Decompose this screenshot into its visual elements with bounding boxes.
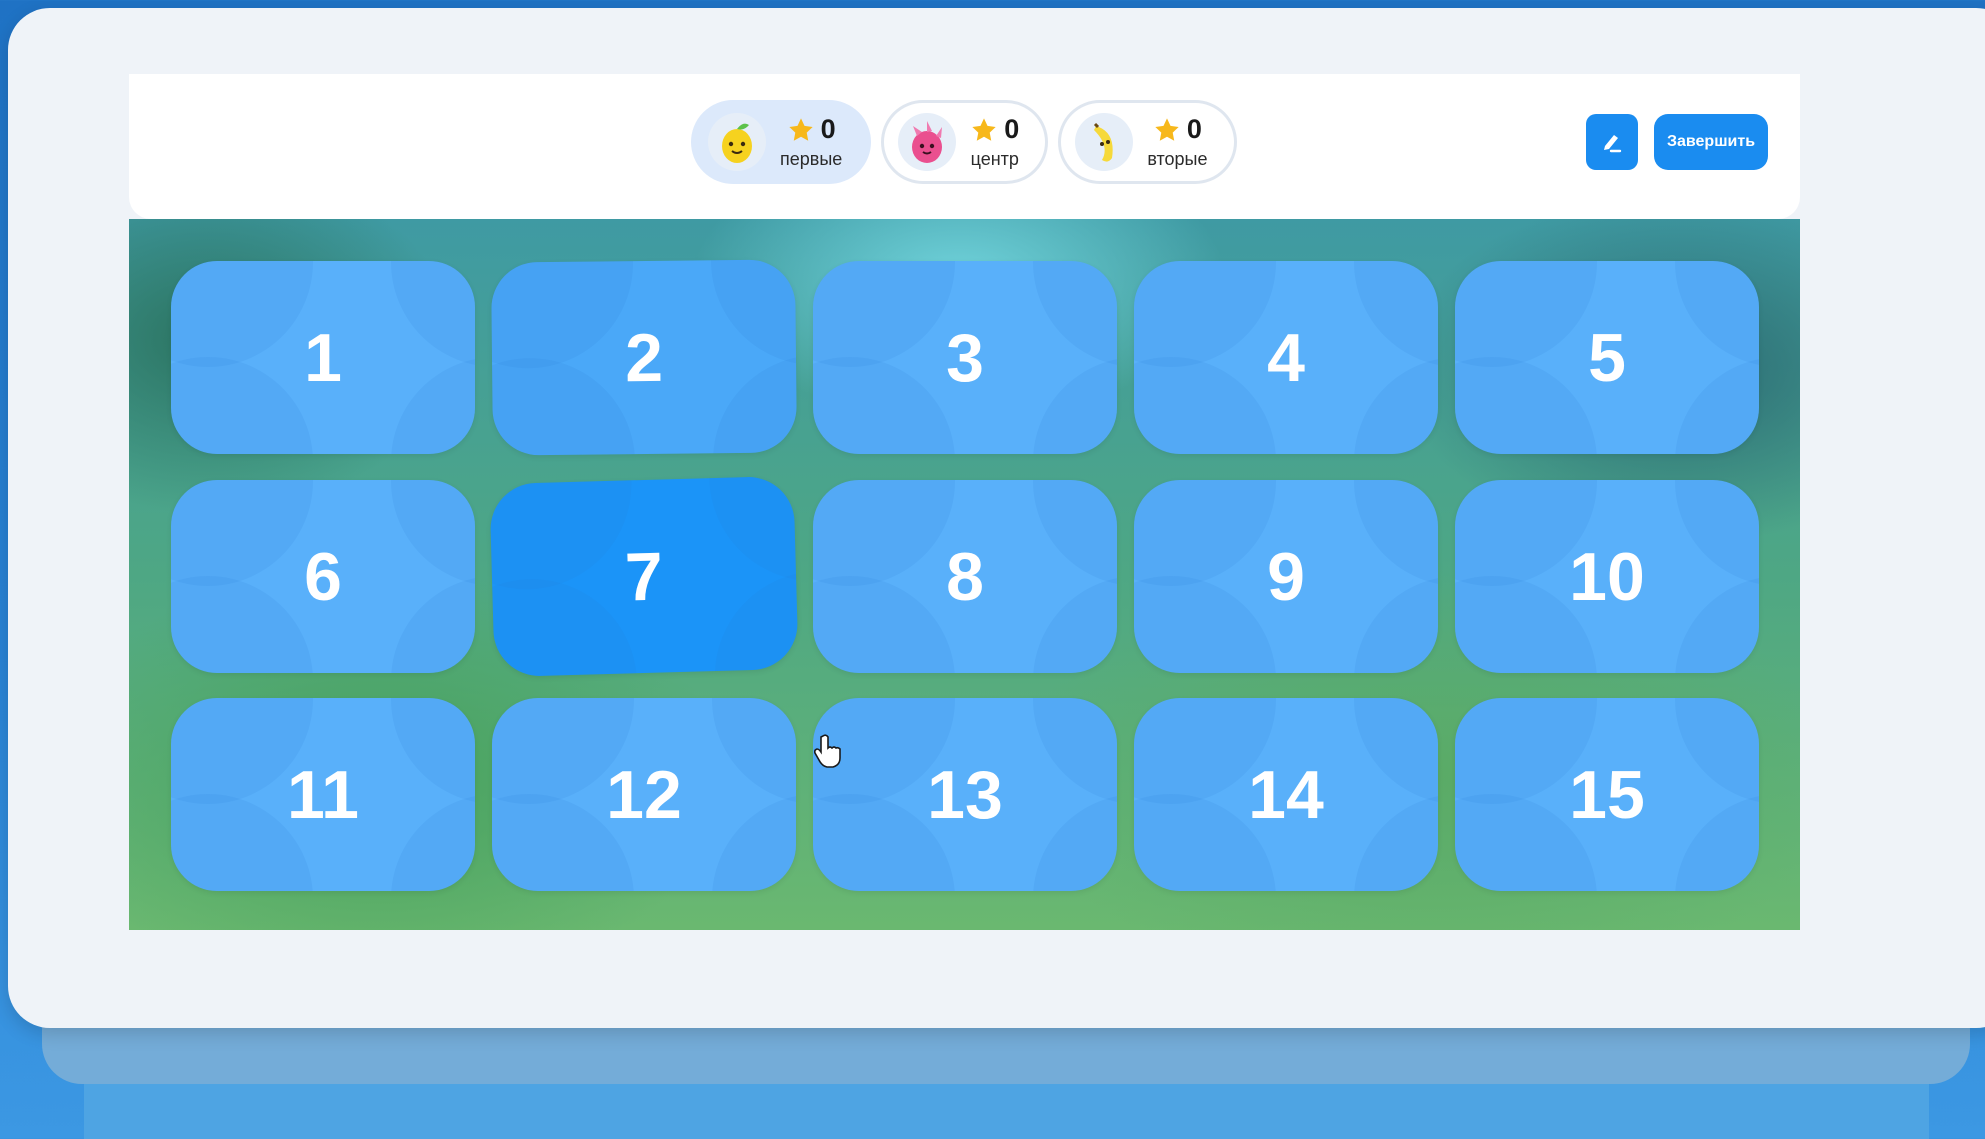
- tile-4[interactable]: 4: [1134, 261, 1438, 454]
- star-icon: [972, 117, 996, 141]
- tile-number: 10: [1569, 538, 1645, 615]
- tile-number: 4: [1267, 319, 1305, 396]
- tile-number: 3: [946, 319, 984, 396]
- tile-5[interactable]: 5: [1455, 261, 1759, 454]
- team-info: 0 центр: [970, 114, 1020, 170]
- team-name: первые: [780, 149, 843, 169]
- tile-number: 5: [1588, 319, 1626, 396]
- tile-13[interactable]: 13: [813, 698, 1117, 891]
- score-header: 0 первые 0 центр 0 вторые Завершить: [129, 74, 1800, 219]
- tile-9[interactable]: 9: [1134, 480, 1438, 673]
- app-frame: 0 первые 0 центр 0 вторые Завершить 1 2 …: [8, 8, 1985, 1028]
- team-info: 0 первые: [780, 114, 842, 170]
- game-board: 1 2 3 4 5 6 7 8 9 10 11 12 13 14 15: [129, 219, 1800, 930]
- tile-number: 6: [304, 538, 342, 615]
- team-score-row: 0: [787, 114, 836, 145]
- tile-number: 13: [927, 756, 1003, 833]
- tile-number: 1: [304, 319, 342, 396]
- team-info: 0 вторые: [1147, 114, 1207, 170]
- team-name: центр: [970, 149, 1019, 169]
- tile-7[interactable]: 7: [489, 475, 799, 678]
- edit-button[interactable]: [1586, 114, 1638, 170]
- team-list: 0 первые 0 центр 0 вторые: [691, 100, 1237, 184]
- tile-15[interactable]: 15: [1455, 698, 1759, 891]
- team-score: 0: [820, 114, 836, 144]
- tile-number: 12: [606, 756, 682, 833]
- star-icon: [788, 117, 813, 141]
- tile-number: 15: [1569, 756, 1645, 833]
- tile-number: 11: [287, 756, 359, 833]
- team-score-row: 0: [1153, 114, 1202, 145]
- tile-number: 2: [624, 319, 664, 396]
- pen-icon: [1604, 135, 1622, 153]
- team-card-center[interactable]: 0 центр: [881, 100, 1049, 184]
- star-icon: [1155, 117, 1179, 141]
- banana-icon: [1075, 113, 1134, 171]
- game-container: 0 первые 0 центр 0 вторые Завершить 1 2 …: [129, 74, 1800, 930]
- tile-number: 9: [1267, 538, 1305, 615]
- tile-11[interactable]: 11: [171, 698, 475, 891]
- team-card-second[interactable]: 0 вторые: [1058, 100, 1237, 184]
- tile-8[interactable]: 8: [813, 480, 1117, 673]
- tile-6[interactable]: 6: [171, 480, 475, 673]
- tile-14[interactable]: 14: [1134, 698, 1438, 891]
- team-score: 0: [1004, 114, 1020, 144]
- lemon-icon: [708, 113, 766, 171]
- tile-number: 14: [1248, 756, 1324, 833]
- tile-number: 7: [624, 537, 664, 616]
- tile-1[interactable]: 1: [171, 261, 475, 454]
- dragonfruit-icon: [898, 113, 957, 171]
- tile-3[interactable]: 3: [813, 261, 1117, 454]
- team-score-row: 0: [970, 114, 1019, 145]
- finish-button[interactable]: Завершить: [1654, 114, 1768, 170]
- tile-10[interactable]: 10: [1455, 480, 1759, 673]
- tile-2[interactable]: 2: [490, 259, 798, 456]
- team-score: 0: [1186, 114, 1202, 144]
- team-name: вторые: [1147, 149, 1208, 169]
- tile-12[interactable]: 12: [492, 698, 796, 891]
- tile-number: 8: [946, 538, 984, 615]
- hand-cursor-icon: [814, 734, 841, 768]
- team-card-first[interactable]: 0 первые: [691, 100, 872, 184]
